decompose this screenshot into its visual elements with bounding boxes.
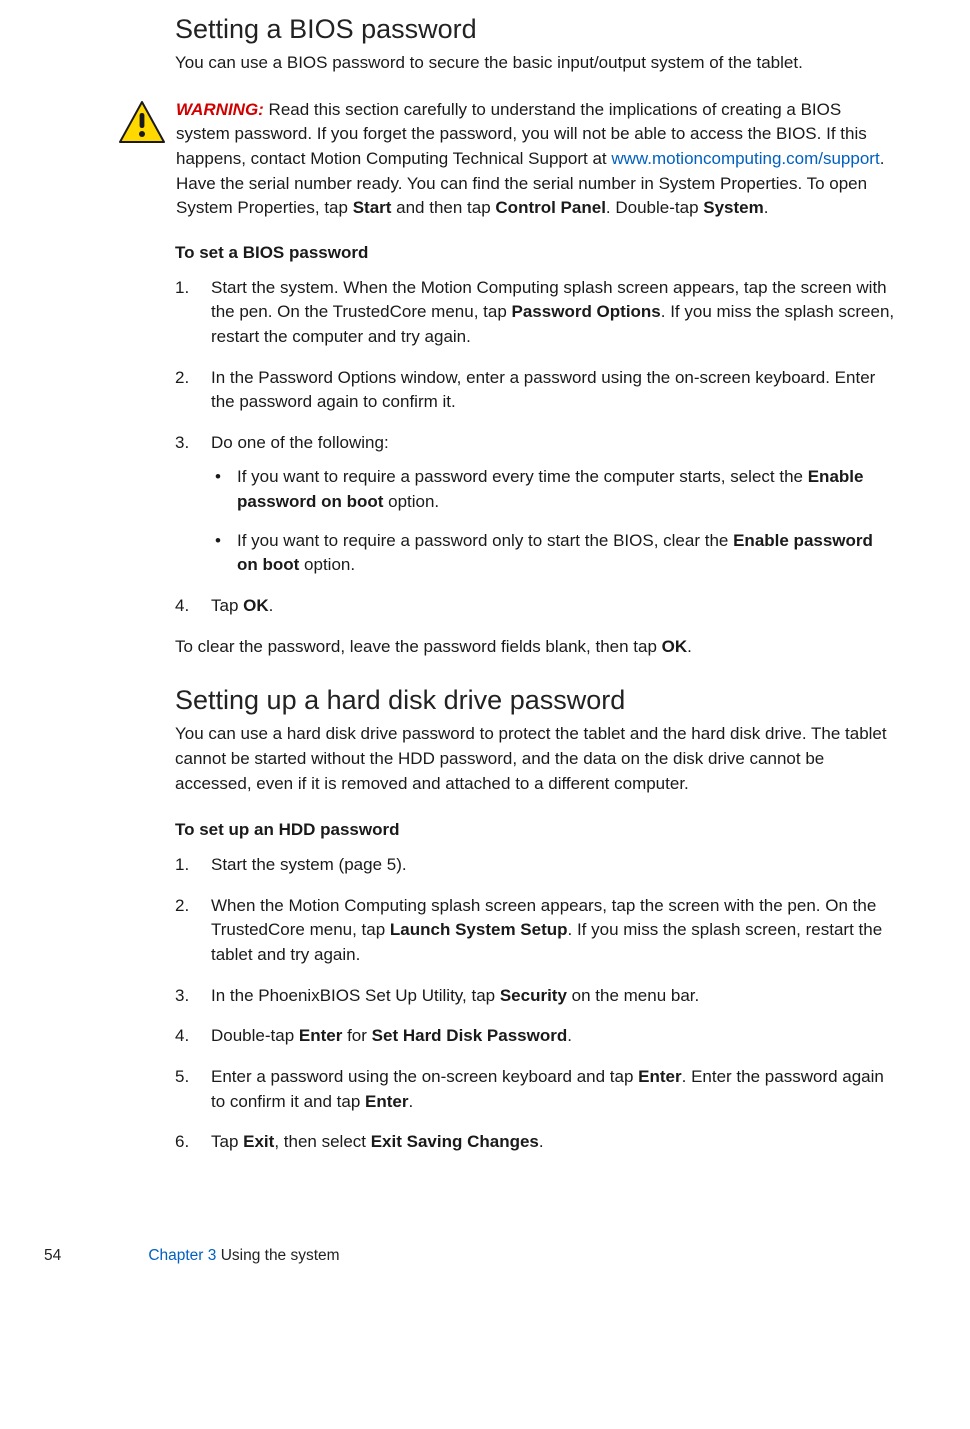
bullet-text: If you want to require a password every … — [237, 467, 808, 486]
bold-password-options: Password Options — [512, 302, 661, 321]
step-text: Tap — [211, 596, 243, 615]
warning-text: WARNING: Read this section carefully to … — [176, 98, 895, 221]
page-number: 54 — [44, 1245, 144, 1267]
step-text: on the menu bar. — [567, 986, 699, 1005]
step-text: Double-tap — [211, 1026, 299, 1045]
bold-enter: Enter — [365, 1092, 408, 1111]
bold-control-panel: Control Panel — [495, 198, 606, 217]
warning-icon — [118, 100, 166, 144]
bold-security: Security — [500, 986, 567, 1005]
support-link[interactable]: www.motioncomputing.com/support — [611, 149, 879, 168]
bullet-text: If you want to require a password only t… — [237, 531, 733, 550]
step-text: , then select — [274, 1132, 370, 1151]
section-intro-hdd: You can use a hard disk drive password t… — [175, 722, 895, 796]
list-item: In the Password Options window, enter a … — [175, 366, 895, 415]
clear-password-note: To clear the password, leave the passwor… — [175, 635, 895, 660]
chapter-title: Using the system — [216, 1247, 339, 1264]
step-text: . — [409, 1092, 414, 1111]
step-text: . — [539, 1132, 544, 1151]
page-footer: 54 Chapter 3 Using the system — [44, 1245, 970, 1267]
list-item: Double-tap Enter for Set Hard Disk Passw… — [175, 1024, 895, 1049]
step-text: Tap — [211, 1132, 243, 1151]
list-item: In the PhoenixBIOS Set Up Utility, tap S… — [175, 984, 895, 1009]
step-text: . — [567, 1026, 572, 1045]
list-item: Start the system (page 5). — [175, 853, 895, 878]
bold-exit: Exit — [243, 1132, 274, 1151]
list-item: If you want to require a password only t… — [211, 529, 895, 578]
warning-label: WARNING: — [176, 100, 264, 119]
warning-tail: . — [764, 198, 769, 217]
bold-start: Start — [353, 198, 392, 217]
steps-hdd: Start the system (page 5). When the Moti… — [175, 853, 895, 1155]
list-item: Do one of the following: If you want to … — [175, 431, 895, 578]
list-item: If you want to require a password every … — [211, 465, 895, 514]
bold-launch-system-setup: Launch System Setup — [390, 920, 568, 939]
bullet-text: option. — [383, 492, 439, 511]
list-item: Start the system. When the Motion Comput… — [175, 276, 895, 350]
bold-ok: OK — [243, 596, 269, 615]
bold-ok: OK — [662, 637, 688, 656]
note-text: . — [687, 637, 692, 656]
procedure-heading-bios: To set a BIOS password — [175, 241, 895, 266]
list-item: Tap Exit, then select Exit Saving Change… — [175, 1130, 895, 1155]
bold-system: System — [703, 198, 763, 217]
list-item: Enter a password using the on-screen key… — [175, 1065, 895, 1114]
bold-enter: Enter — [638, 1067, 681, 1086]
step-text: Enter a password using the on-screen key… — [211, 1067, 638, 1086]
step-text: . — [269, 596, 274, 615]
steps-bios: Start the system. When the Motion Comput… — [175, 276, 895, 619]
list-item: Tap OK. — [175, 594, 895, 619]
procedure-heading-hdd: To set up an HDD password — [175, 818, 895, 843]
bold-enter: Enter — [299, 1026, 342, 1045]
bold-exit-saving-changes: Exit Saving Changes — [371, 1132, 539, 1151]
section-heading-bios: Setting a BIOS password — [175, 10, 895, 49]
step-text: for — [342, 1026, 371, 1045]
list-item: When the Motion Computing splash screen … — [175, 894, 895, 968]
step-text: Do one of the following: — [211, 433, 389, 452]
step-text: In the PhoenixBIOS Set Up Utility, tap — [211, 986, 500, 1005]
sub-bullets: If you want to require a password every … — [211, 465, 895, 578]
section-intro-bios: You can use a BIOS password to secure th… — [175, 51, 895, 76]
warning-mid2: . Double-tap — [606, 198, 703, 217]
bold-set-hard-disk-password: Set Hard Disk Password — [372, 1026, 568, 1045]
warning-block: WARNING: Read this section carefully to … — [118, 98, 895, 221]
bullet-text: option. — [299, 555, 355, 574]
section-heading-hdd: Setting up a hard disk drive password — [175, 681, 895, 720]
note-text: To clear the password, leave the passwor… — [175, 637, 662, 656]
warning-mid1: and then tap — [391, 198, 495, 217]
chapter-reference: Chapter 3 — [148, 1247, 216, 1264]
